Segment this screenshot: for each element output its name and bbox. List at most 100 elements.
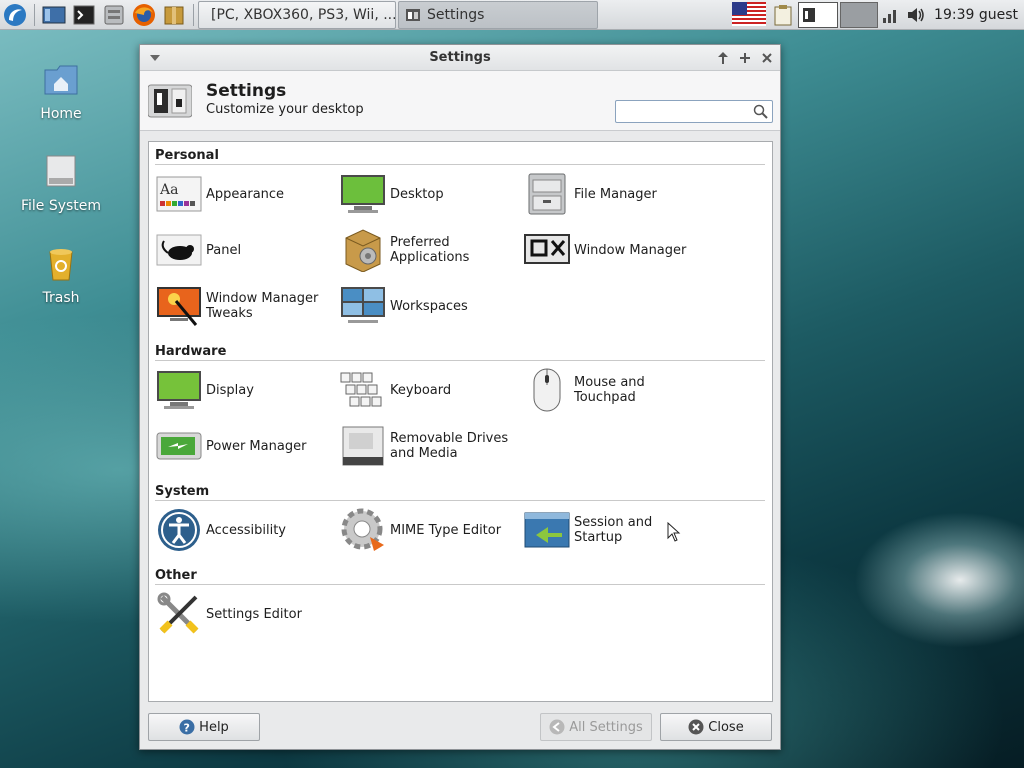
- item-keyboard[interactable]: Keyboard: [340, 366, 520, 414]
- category-other: Other: [155, 568, 765, 585]
- item-mime-type-editor[interactable]: MIME Type Editor: [340, 506, 520, 554]
- item-power-manager[interactable]: Power Manager: [156, 422, 336, 470]
- desktop-icon-file-system[interactable]: File System: [11, 152, 111, 214]
- close-button[interactable]: Close: [660, 713, 772, 741]
- all-settings-button[interactable]: All Settings: [540, 713, 652, 741]
- taskbar-item-browser[interactable]: [PC, XBOX360, PS3, Wii, ...: [198, 0, 396, 29]
- search-input[interactable]: [616, 101, 746, 122]
- firefox-launcher[interactable]: [129, 0, 159, 30]
- archive-launcher[interactable]: [159, 0, 189, 30]
- chevron-down-icon: [150, 55, 160, 61]
- item-label: Mouse and Touchpad: [574, 375, 645, 405]
- item-label: File Manager: [574, 186, 657, 202]
- category-personal: Personal: [155, 148, 765, 165]
- network-icon: [883, 10, 897, 23]
- header-subtitle: Customize your desktop: [206, 102, 364, 117]
- maximize-button[interactable]: [736, 49, 754, 67]
- desktop-icon-trash[interactable]: Trash: [11, 244, 111, 306]
- close-icon: [688, 719, 704, 735]
- item-panel[interactable]: Panel: [156, 226, 336, 274]
- item-display[interactable]: Display: [156, 366, 336, 414]
- help-button-label: Help: [199, 719, 229, 735]
- clipboard-icon: [774, 5, 792, 26]
- terminal-launcher[interactable]: [69, 0, 99, 30]
- item-label: Appearance: [206, 186, 285, 202]
- item-label: Window Manager Tweaks: [206, 291, 319, 321]
- item-label: Removable Drives and Media: [390, 431, 509, 461]
- taskbar-item-settings[interactable]: Settings: [398, 0, 598, 29]
- item-workspaces[interactable]: Workspaces: [340, 282, 520, 330]
- workspace-2[interactable]: [840, 2, 879, 28]
- speaker-icon: [908, 8, 924, 22]
- window-thumbnail-icon: [803, 8, 816, 22]
- settings-icon: [406, 8, 420, 21]
- item-preferred-applications[interactable]: Preferred Applications: [340, 226, 520, 274]
- app-menu-button[interactable]: [0, 0, 30, 30]
- close-icon: [762, 53, 772, 63]
- search-icon[interactable]: [753, 104, 768, 119]
- search-box[interactable]: [615, 100, 773, 123]
- mouse-pointer-icon: [667, 522, 681, 542]
- drive-icon: [46, 155, 76, 187]
- workspaces-icon: [340, 283, 386, 329]
- terminal-icon: [73, 5, 95, 24]
- window-manager-tweaks-icon: [156, 283, 202, 329]
- workspace-switcher[interactable]: [798, 2, 879, 28]
- item-accessibility[interactable]: Accessibility: [156, 506, 336, 554]
- svg-text:?: ?: [184, 722, 190, 735]
- item-mouse-touchpad[interactable]: Mouse and Touchpad: [524, 366, 704, 414]
- volume-control[interactable]: [904, 2, 928, 28]
- keyboard-icon: [340, 367, 386, 413]
- item-label: Window Manager: [574, 242, 687, 258]
- workspace-1[interactable]: [798, 2, 839, 28]
- help-icon: ?: [179, 719, 195, 735]
- panel-separator: [193, 3, 194, 26]
- close-window-button[interactable]: [758, 49, 776, 67]
- keyboard-layout-flag[interactable]: [732, 2, 768, 28]
- file-cabinet-icon: [104, 5, 124, 24]
- all-settings-button-label: All Settings: [569, 719, 643, 735]
- mouse-icon: [524, 367, 570, 413]
- us-flag-icon: [732, 2, 767, 26]
- window-menu-button[interactable]: [146, 49, 164, 67]
- category-hardware: Hardware: [155, 344, 765, 361]
- firefox-icon: [133, 3, 155, 26]
- show-desktop-icon: [42, 6, 66, 23]
- desktop-icon-home[interactable]: Home: [11, 60, 111, 122]
- item-settings-editor[interactable]: Settings Editor: [156, 590, 336, 638]
- item-label: Settings Editor: [206, 606, 302, 622]
- item-desktop[interactable]: Desktop: [340, 170, 520, 218]
- session-startup-icon: [524, 507, 570, 553]
- top-panel: [PC, XBOX360, PS3, Wii, ... Settings 19:…: [0, 0, 1024, 30]
- taskbar-item-label: Settings: [427, 6, 485, 23]
- taskbar-item-label: [PC, XBOX360, PS3, Wii, ...: [211, 6, 396, 23]
- home-folder-icon: [44, 65, 78, 95]
- network-indicator[interactable]: [880, 2, 902, 28]
- clock[interactable]: 19:39 guest: [930, 7, 1024, 23]
- file-cabinet-icon: [524, 171, 570, 217]
- arrow-up-icon: [718, 52, 728, 64]
- item-removable-drives[interactable]: Removable Drives and Media: [340, 422, 520, 470]
- gear-icon: [340, 507, 386, 553]
- appearance-icon: Aa: [156, 171, 202, 217]
- item-label: Power Manager: [206, 438, 307, 454]
- desktop-monitor-icon: [340, 171, 386, 217]
- desktop-icon-label: File System: [20, 198, 102, 214]
- item-label: Accessibility: [206, 522, 286, 538]
- item-window-manager-tweaks[interactable]: Window Manager Tweaks: [156, 282, 336, 330]
- item-file-manager[interactable]: File Manager: [524, 170, 704, 218]
- accessibility-icon: [156, 507, 202, 553]
- close-button-label: Close: [708, 719, 744, 735]
- file-manager-launcher[interactable]: [99, 0, 129, 30]
- panel-separator: [34, 3, 35, 26]
- item-appearance[interactable]: Aa Appearance: [156, 170, 336, 218]
- user-name: guest: [978, 7, 1018, 23]
- clipboard-button[interactable]: [770, 2, 796, 28]
- desktop-icon-label: Trash: [42, 290, 80, 306]
- show-desktop-button[interactable]: [39, 0, 69, 30]
- help-button[interactable]: ? Help: [148, 713, 260, 741]
- window-titlebar[interactable]: Settings: [140, 45, 780, 71]
- item-window-manager[interactable]: Window Manager: [524, 226, 704, 274]
- shade-button[interactable]: [714, 49, 732, 67]
- system-tray: 19:39 guest: [732, 0, 1024, 30]
